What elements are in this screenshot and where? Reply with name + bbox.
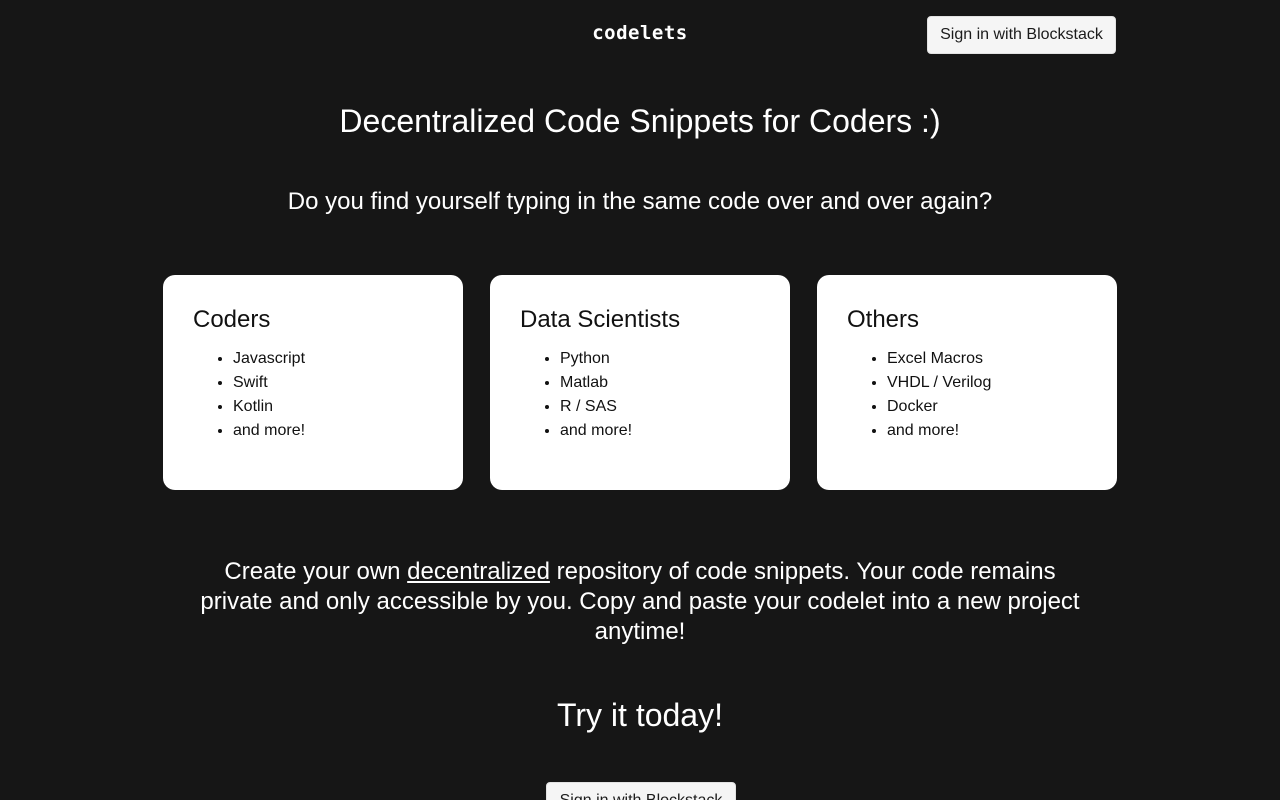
list-item: and more! xyxy=(560,419,760,443)
description-text: Create your own decentralized repository… xyxy=(190,557,1090,647)
hero-title: Decentralized Code Snippets for Coders :… xyxy=(339,103,941,139)
hero-subtitle: Do you find yourself typing in the same … xyxy=(287,188,993,215)
cta-title: Try it today! xyxy=(557,697,723,733)
card-list: Excel Macros VHDL / Verilog Docker and m… xyxy=(847,347,1087,443)
list-item: and more! xyxy=(887,419,1087,443)
landing-page: codelets Sign in with Blockstack Decentr… xyxy=(0,0,1280,800)
card-list: Javascript Swift Kotlin and more! xyxy=(193,347,433,443)
card-data-scientists: Data Scientists Python Matlab R / SAS an… xyxy=(490,275,790,490)
list-item: VHDL / Verilog xyxy=(887,371,1087,395)
sign-in-button-header[interactable]: Sign in with Blockstack xyxy=(927,16,1116,54)
card-title: Data Scientists xyxy=(520,306,681,333)
description-before-link: Create your own xyxy=(224,558,408,585)
list-item: Docker xyxy=(887,395,1087,419)
list-item: Python xyxy=(560,347,760,371)
card-title: Others xyxy=(847,306,920,333)
decentralized-link[interactable]: decentralized xyxy=(407,558,550,585)
sign-in-button-cta[interactable]: Sign in with Blockstack xyxy=(546,782,736,800)
list-item: and more! xyxy=(233,419,433,443)
list-item: R / SAS xyxy=(560,395,760,419)
card-others: Others Excel Macros VHDL / Verilog Docke… xyxy=(817,275,1117,490)
list-item: Matlab xyxy=(560,371,760,395)
list-item: Swift xyxy=(233,371,433,395)
card-list: Python Matlab R / SAS and more! xyxy=(520,347,760,443)
card-title: Coders xyxy=(193,306,271,333)
card-coders: Coders Javascript Swift Kotlin and more! xyxy=(163,275,463,490)
list-item: Kotlin xyxy=(233,395,433,419)
list-item: Javascript xyxy=(233,347,433,371)
list-item: Excel Macros xyxy=(887,347,1087,371)
